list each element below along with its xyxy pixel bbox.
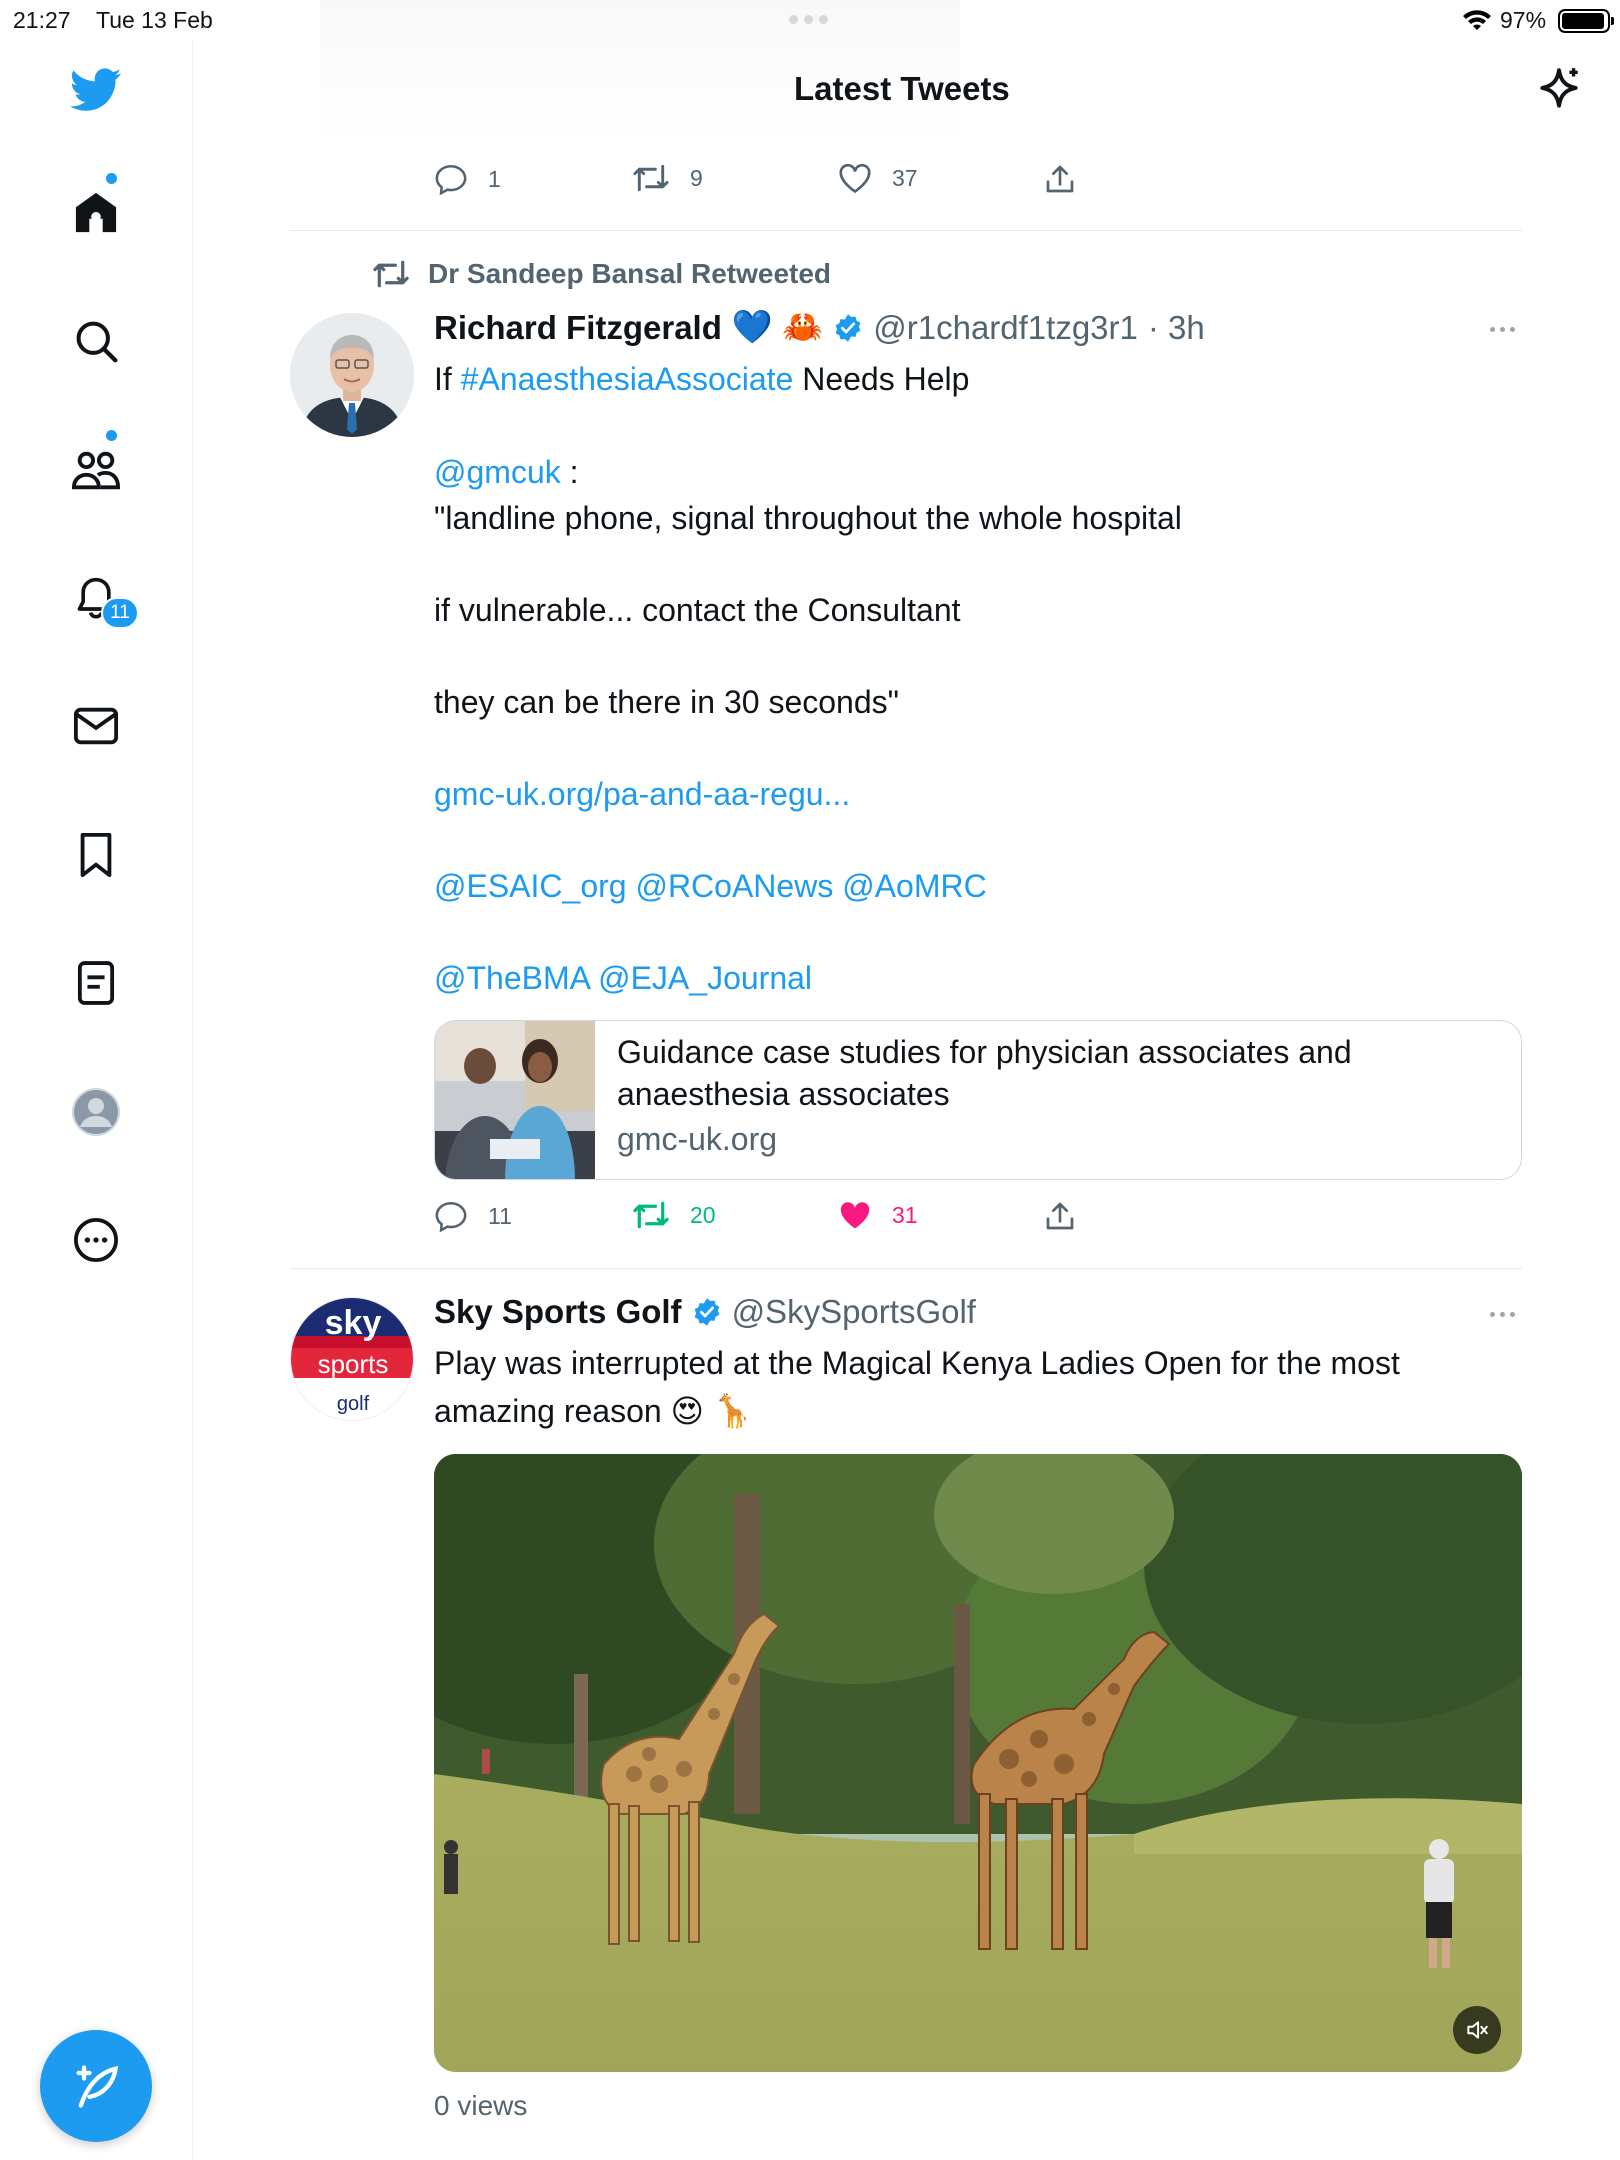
retweet-icon [633, 1201, 669, 1229]
verified-badge-icon [694, 1298, 719, 1326]
tweet-divider [290, 1268, 1522, 1269]
author-name[interactable]: Richard Fitzgerald [434, 309, 722, 347]
link-preview-title: Guidance case studies for physician asso… [617, 1034, 1352, 1112]
verified-badge-icon [835, 313, 861, 342]
tweet-more-icon[interactable] [1490, 1312, 1515, 1317]
compose-tweet-button[interactable] [40, 2030, 152, 2142]
retweet-button[interactable]: 20 [632, 1200, 716, 1230]
url-link[interactable]: gmc-uk.org/pa-and-aa-regu... [434, 776, 850, 813]
retweet-indicator-icon [373, 260, 409, 288]
tweet-divider [290, 230, 1522, 231]
mentions-links[interactable]: @ESAIC_org @RCoANews @AoMRC [434, 868, 987, 905]
like-count: 37 [892, 164, 918, 191]
lists-icon[interactable] [66, 953, 126, 1013]
avatar-text-golf: golf [337, 1393, 370, 1415]
tweet-time[interactable]: · 3h [1148, 309, 1205, 347]
share-button[interactable] [1044, 163, 1076, 195]
reply-count: 1 [488, 165, 501, 192]
home-unread-dot [106, 173, 117, 184]
bookmarks-icon[interactable] [66, 825, 126, 885]
tweet-more-icon[interactable] [1490, 327, 1515, 332]
like-button[interactable]: 37 [838, 163, 918, 193]
link-preview-thumbnail [435, 1021, 595, 1179]
tweet-text-line: If #AnaesthesiaAssociate Needs Help [434, 361, 969, 398]
text-fragment: amazing reason [434, 1393, 662, 1429]
tweet-author-line: Sky Sports Golf @SkySportsGolf [434, 1293, 976, 1331]
battery-icon [1558, 9, 1614, 33]
retweet-button[interactable]: 9 [632, 163, 703, 193]
notifications-badge: 11 [101, 597, 139, 629]
tweet-actions: 11 20 31 [434, 1200, 1134, 1236]
communities-icon[interactable] [66, 440, 126, 500]
link-preview-card[interactable]: Guidance case studies for physician asso… [434, 1020, 1522, 1180]
tweet-author-line: Richard Fitzgerald 💙 🦀 @r1chardf1tzg3r1 … [434, 308, 1205, 347]
speaker-muted-icon [1467, 2021, 1488, 2039]
share-button[interactable] [1044, 1200, 1076, 1232]
author-handle[interactable]: @SkySportsGolf [732, 1293, 976, 1331]
mentions-links[interactable]: @TheBMA @EJA_Journal [434, 960, 812, 997]
battery-percent: 97% [1500, 7, 1547, 33]
compose-feather-icon [76, 2065, 119, 2108]
page-title[interactable]: Latest Tweets [794, 70, 1010, 108]
text-fragment: : [560, 454, 579, 490]
communities-unread-dot [106, 430, 117, 441]
author-handle[interactable]: @r1chardf1tzg3r1 [873, 309, 1138, 347]
timeline-header: Latest Tweets [194, 40, 1620, 140]
hashtag-link[interactable]: #AnaesthesiaAssociate [461, 361, 794, 397]
wifi-icon [1463, 10, 1491, 30]
reply-icon [435, 164, 467, 195]
text-fragment: Needs Help [793, 361, 970, 397]
tweet-text-line: @gmcuk : [434, 454, 579, 491]
reply-count: 11 [488, 1202, 512, 1229]
author-name-emojis: 💙 🦀 [731, 308, 824, 345]
share-icon [1046, 165, 1074, 193]
like-count: 31 [892, 1201, 918, 1228]
more-options-icon[interactable] [66, 1210, 126, 1270]
retweet-count: 20 [690, 1201, 716, 1228]
heart-icon [839, 163, 871, 193]
tweet-text-line: "landline phone, signal throughout the w… [434, 500, 1182, 536]
home-icon[interactable] [66, 182, 126, 242]
author-name[interactable]: Sky Sports Golf [434, 1293, 682, 1331]
avatar-text-sky: sky [325, 1304, 382, 1342]
status-date: Tue 13 Feb [96, 7, 213, 33]
mention-link[interactable]: @gmcuk [434, 454, 561, 490]
mute-toggle-button[interactable] [1453, 2006, 1501, 2054]
sidebar: 11 [0, 40, 193, 2160]
tweet-text-line: Play was interrupted at the Magical Keny… [434, 1345, 1400, 1381]
tweet-text-line: they can be there in 30 seconds" [434, 684, 899, 720]
retweeted-by-label: Dr Sandeep Bansal Retweeted [428, 258, 832, 289]
heart-filled-icon [840, 1202, 870, 1229]
tweet-text-line: amazing reason 😍 🦒 [434, 1392, 753, 1430]
video-player[interactable] [434, 1454, 1522, 2072]
retweeted-by-line[interactable]: Dr Sandeep Bansal Retweeted [372, 258, 831, 290]
retweet-icon [633, 164, 669, 192]
text-fragment: If [434, 361, 461, 397]
like-button[interactable]: 31 [838, 1200, 918, 1230]
avatar[interactable]: sky sports golf [290, 1297, 414, 1421]
tweet-text-line: if vulnerable... contact the Consultant [434, 592, 961, 628]
view-count: 0 views [434, 2090, 528, 2121]
prev-tweet-actions: 1 9 37 [434, 163, 1134, 199]
avatar[interactable] [290, 313, 414, 437]
twitter-logo-icon[interactable] [66, 60, 126, 120]
link-preview-domain: gmc-uk.org [617, 1121, 778, 1157]
avatar-text-sports: sports [318, 1349, 389, 1379]
sparkle-timeline-icon[interactable] [1534, 64, 1584, 114]
emoji-fragment: 😍 🦒 [670, 1393, 753, 1429]
reply-icon [435, 1201, 467, 1232]
messages-mail-icon[interactable] [66, 696, 126, 756]
search-icon[interactable] [66, 311, 126, 371]
profile-avatar-icon[interactable] [66, 1082, 126, 1142]
reply-button[interactable]: 1 [434, 163, 501, 195]
status-time: 21:27 [13, 7, 71, 33]
video-frame [434, 1454, 1522, 2072]
reply-button[interactable]: 11 [434, 1200, 512, 1232]
retweet-count: 9 [690, 164, 703, 191]
share-icon [1046, 1202, 1074, 1230]
